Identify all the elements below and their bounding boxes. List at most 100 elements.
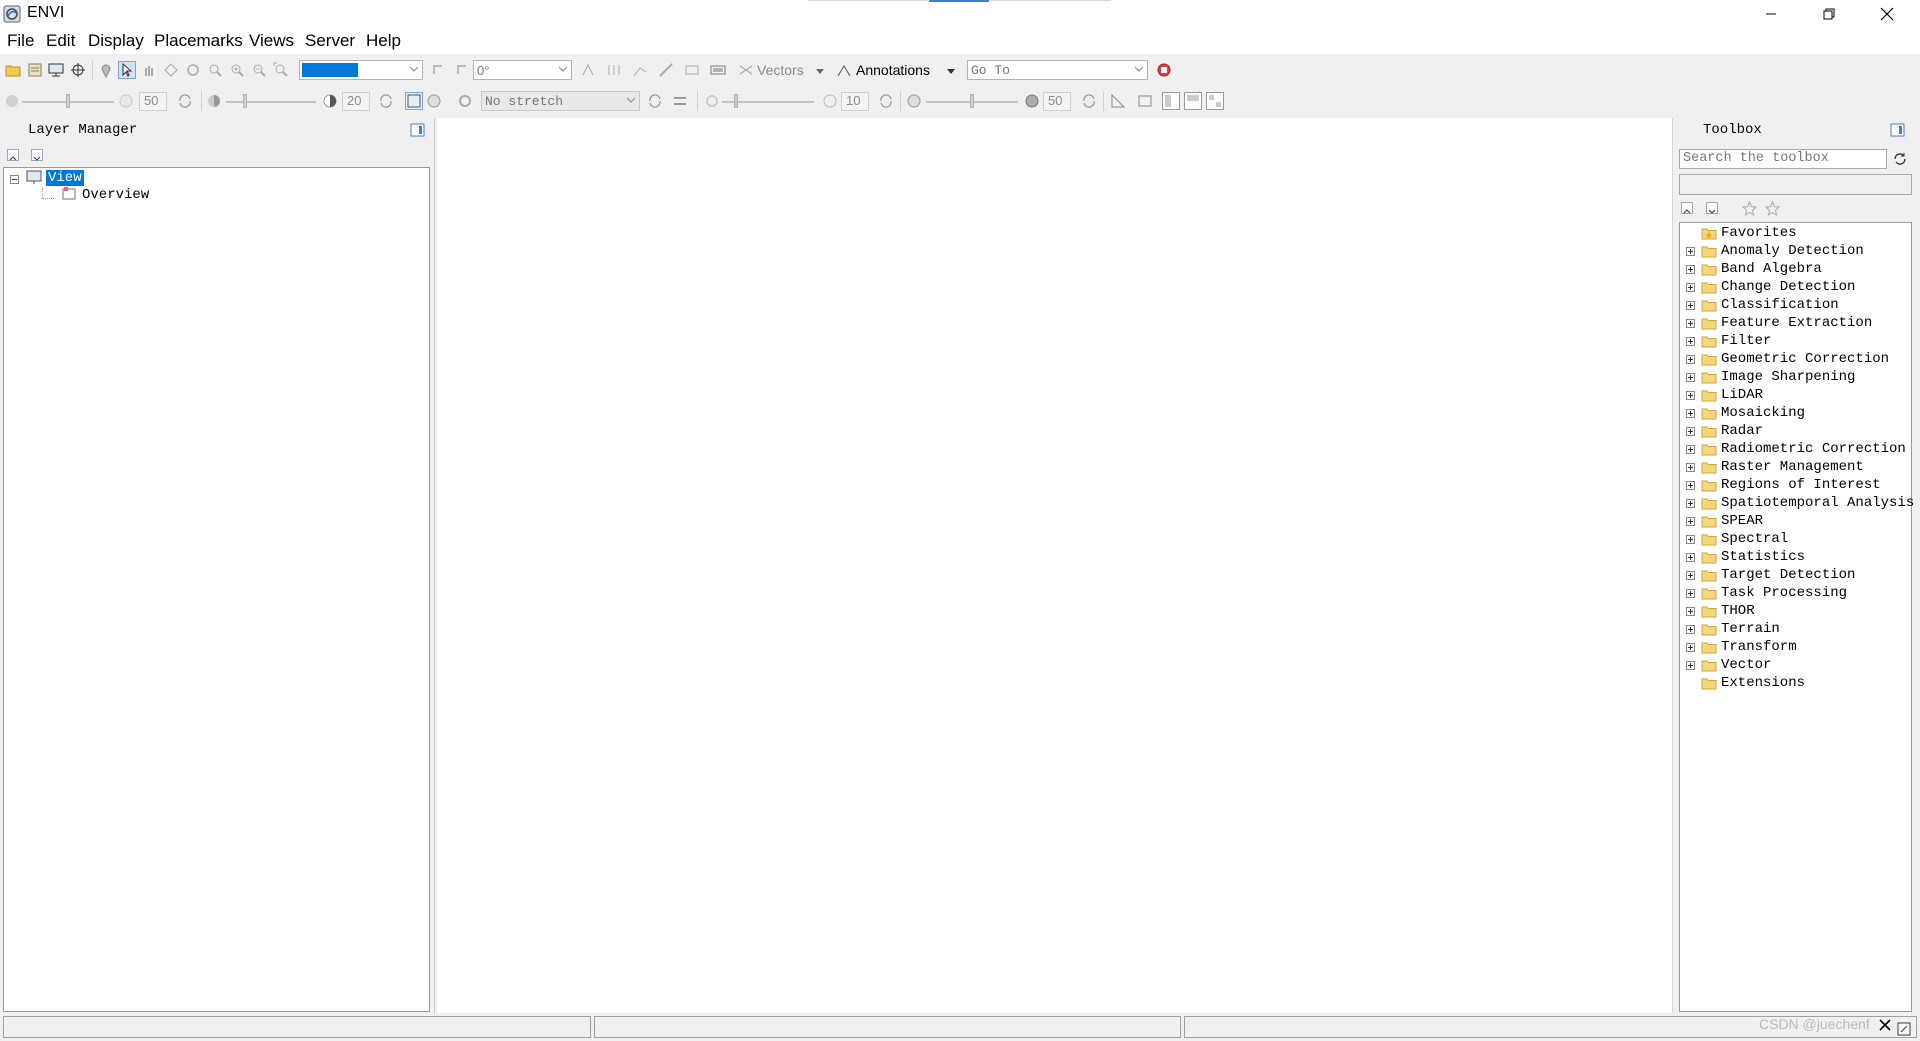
toolbox-item-raster-management[interactable]: Raster Management [1686,459,1912,477]
expand-icon[interactable] [1686,445,1695,454]
pan-hand-icon[interactable] [141,62,157,78]
reset-transparency-icon[interactable] [1081,93,1097,109]
stretch-combo[interactable]: No stretch [481,91,640,111]
toolbox-item-anomaly-detection[interactable]: Anomaly Detection [1686,243,1912,261]
menu-views[interactable]: Views [249,31,294,51]
expand-icon[interactable] [1686,283,1695,292]
refresh-stretch-icon[interactable] [647,93,663,109]
layout-2-icon[interactable] [1184,92,1202,110]
toolbox-item-favorites[interactable]: Favorites [1686,225,1912,243]
restore-button[interactable] [1800,0,1858,28]
dock-icon[interactable] [410,123,425,137]
add-favorite-icon[interactable] [1742,201,1757,216]
expand-icon[interactable] [1686,463,1695,472]
expand-icon[interactable] [1686,571,1695,580]
toolbox-tree[interactable]: Favorites Anomaly Detection Band Algebra Ch… [1679,222,1914,1012]
toolbox-item-radiometric-correction[interactable]: Radiometric Correction [1686,441,1912,459]
expand-icon[interactable] [1686,481,1695,490]
close-icon[interactable] [1878,1018,1892,1032]
zoom-combo[interactable] [299,60,423,80]
reset-contrast-icon[interactable] [378,93,394,109]
toolbox-item-transform[interactable]: Transform [1686,639,1912,657]
toolbox-item-spear[interactable]: SPEAR [1686,513,1912,531]
vectors-menu[interactable]: Vectors [757,62,804,78]
toolbox-item-band-algebra[interactable]: Band Algebra [1686,261,1912,279]
view-canvas[interactable] [437,118,1673,1013]
layer-item-overview[interactable]: Overview [82,187,149,203]
expand-icon[interactable] [1686,553,1695,562]
layer-item-view[interactable]: View [46,170,84,186]
move-up-button[interactable] [7,149,19,161]
expand-icon[interactable] [1686,661,1695,670]
data-manager-icon[interactable] [27,62,43,78]
toolbox-item-vector[interactable]: Vector [1686,657,1912,675]
rotation-combo[interactable]: 0° [473,60,572,80]
vector-delete-icon[interactable] [684,62,700,78]
expand-all-button[interactable] [1681,202,1693,214]
swap-icon[interactable] [672,93,688,109]
toolbox-item-filter[interactable]: Filter [1686,333,1912,351]
toolbox-item-spatiotemporal-analysis[interactable]: Spatiotemporal Analysis [1686,495,1914,513]
contrast-slider-track[interactable] [226,101,316,103]
contrast-slider-thumb[interactable] [243,94,247,108]
move-down-button[interactable] [31,149,43,161]
menu-server[interactable]: Server [305,31,355,51]
minimize-button[interactable] [1742,0,1800,28]
expand-icon[interactable] [1686,499,1695,508]
collapse-icon[interactable] [10,175,19,184]
toolbox-item-geometric-correction[interactable]: Geometric Correction [1686,351,1912,369]
reset-sharpen-icon[interactable] [878,93,894,109]
vector-edit-icon[interactable] [606,62,622,78]
expand-icon[interactable] [1686,625,1695,634]
crosshair-icon[interactable] [70,62,86,78]
sharpen-value[interactable]: 10 [841,92,869,111]
open-folder-icon[interactable] [5,62,21,78]
zoom-full-icon[interactable] [273,62,289,78]
vector-split-icon[interactable] [658,62,674,78]
expand-icon[interactable] [1686,337,1695,346]
sharpen-slider-thumb[interactable] [734,94,738,108]
expand-icon[interactable] [1686,517,1695,526]
expand-icon[interactable] [1686,301,1695,310]
expand-icon[interactable] [1686,607,1695,616]
toolbox-item-thor[interactable]: THOR [1686,603,1912,621]
vector-tool-icon[interactable] [580,62,596,78]
menu-edit[interactable]: Edit [46,31,75,51]
close-button[interactable] [1858,0,1916,28]
toolbox-item-task-processing[interactable]: Task Processing [1686,585,1912,603]
menu-file[interactable]: File [7,31,34,51]
rotate-icon[interactable] [185,62,201,78]
expand-icon[interactable] [1686,319,1695,328]
toolbox-item-terrain[interactable]: Terrain [1686,621,1912,639]
contrast-value[interactable]: 20 [342,92,370,111]
goto-combo[interactable]: Go To [967,60,1148,80]
transparency-slider-thumb[interactable] [970,94,974,108]
toolbox-item-extensions[interactable]: Extensions [1686,675,1912,693]
toolbox-item-mosaicking[interactable]: Mosaicking [1686,405,1912,423]
rotate-left-icon[interactable] [431,62,447,78]
display-icon[interactable] [48,62,64,78]
select-arrow-icon[interactable] [118,61,136,79]
expand-icon[interactable] [1686,265,1695,274]
panel-splitter[interactable] [434,118,435,1014]
expand-icon[interactable] [1686,355,1695,364]
layer-tree[interactable]: View Overview [3,167,430,1012]
toolbox-item-regions-of-interest[interactable]: Regions of Interest [1686,477,1912,495]
annotations-menu[interactable]: Annotations [856,62,930,78]
expand-icon[interactable] [1686,427,1695,436]
layout-1-icon[interactable] [1162,92,1180,110]
resize-grip-icon[interactable] [1897,1018,1911,1036]
reset-brightness-icon[interactable] [177,93,193,109]
stretch-settings-icon[interactable] [457,93,473,109]
zoom-in-icon[interactable] [229,62,245,78]
refresh-icon[interactable] [1893,152,1907,166]
expand-icon[interactable] [1686,373,1695,382]
dock-icon[interactable] [1890,123,1905,137]
expand-icon[interactable] [1686,589,1695,598]
keyboard-icon[interactable] [710,62,726,78]
menu-placemarks[interactable]: Placemarks [154,31,243,51]
toolbox-item-target-detection[interactable]: Target Detection [1686,567,1912,585]
menu-display[interactable]: Display [88,31,144,51]
rotate-right-icon[interactable] [453,62,469,78]
toolbox-item-feature-extraction[interactable]: Feature Extraction [1686,315,1912,333]
